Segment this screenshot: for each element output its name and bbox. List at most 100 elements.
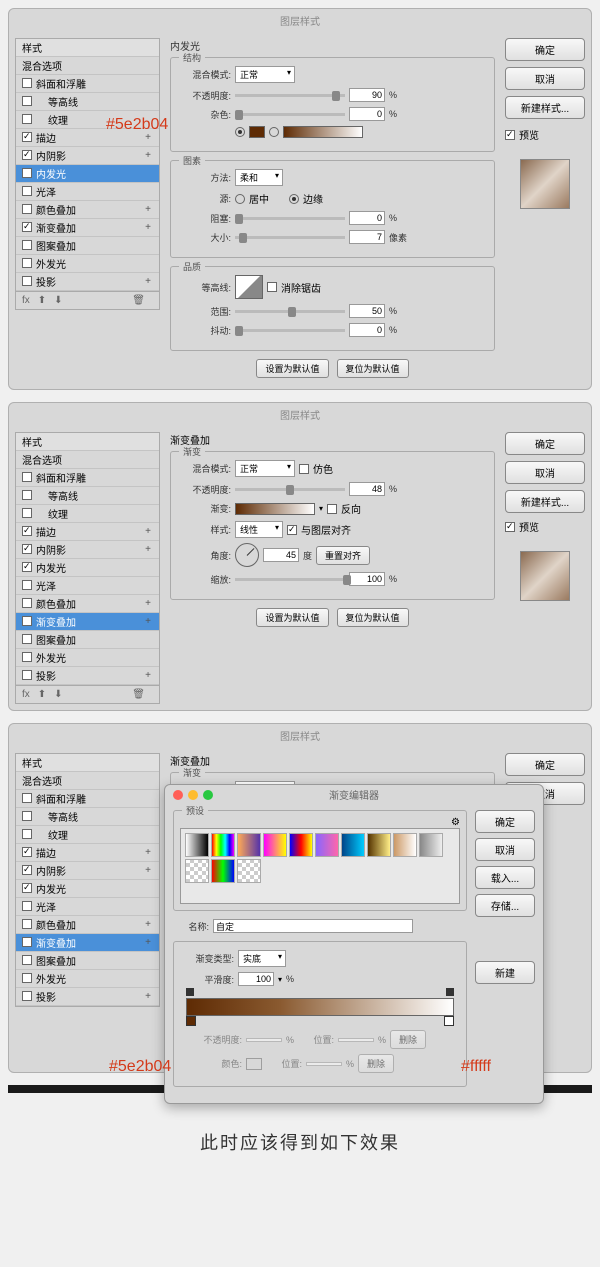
gear-icon[interactable]: ⚙ [180,817,460,828]
noise-slider[interactable] [235,113,345,116]
color-stop-right[interactable] [444,1016,454,1026]
cancel-button[interactable]: 取消 [475,838,535,861]
opacity-input[interactable]: 90 [349,88,385,102]
style-row[interactable]: 外发光 [16,255,159,273]
up-icon[interactable]: ⬆ [38,295,46,306]
dither-checkbox[interactable] [299,464,309,474]
technique-select[interactable]: 柔和 [235,169,283,186]
gradient-radio[interactable] [269,127,279,137]
choke-input[interactable]: 0 [349,211,385,225]
style-select[interactable]: 线性 [235,521,283,538]
reset-align-button[interactable]: 重置对齐 [316,546,370,565]
style-row[interactable]: 光泽 [16,183,159,201]
style-row[interactable]: 描边+ [16,523,159,541]
blend-mode-select[interactable]: 正常 [235,66,295,83]
jitter-slider[interactable] [235,329,345,332]
blending-options-row[interactable]: 混合选项 [16,451,159,469]
trash-icon[interactable]: 🗑 [132,295,145,306]
cancel-button[interactable]: 取消 [505,461,585,484]
ok-button[interactable]: 确定 [505,753,585,776]
opacity-stop[interactable] [186,988,194,996]
style-row[interactable]: 等高线 [16,487,159,505]
gradient-picker[interactable] [235,503,315,515]
ok-button[interactable]: 确定 [505,432,585,455]
style-row[interactable]: 投影+ [16,273,159,291]
cancel-button[interactable]: 取消 [505,67,585,90]
name-input[interactable] [213,919,413,933]
style-row[interactable]: 斜面和浮雕 [16,790,159,808]
style-row[interactable]: 等高线 [16,808,159,826]
opacity-stop[interactable] [446,988,454,996]
plus-icon[interactable]: + [141,150,155,161]
plus-icon[interactable]: + [141,276,155,287]
trash-icon[interactable]: 🗑 [132,689,145,700]
scale-slider[interactable] [235,578,345,581]
range-slider[interactable] [235,310,345,313]
plus-icon[interactable]: + [141,204,155,215]
opacity-slider[interactable] [235,488,345,491]
style-row[interactable]: 渐变叠加+ [16,219,159,237]
preview-checkbox[interactable] [505,130,515,140]
new-style-button[interactable]: 新建样式... [505,490,585,513]
style-row-selected[interactable]: 渐变叠加+ [16,934,159,952]
style-row-selected[interactable]: 内发光 [16,165,159,183]
new-style-button[interactable]: 新建样式... [505,96,585,119]
angle-dial[interactable] [235,543,259,567]
preview-checkbox[interactable] [505,522,515,532]
reset-default-button[interactable]: 复位为默认值 [337,359,409,378]
choke-slider[interactable] [235,217,345,220]
load-button[interactable]: 载入... [475,866,535,889]
color-stop-left[interactable] [186,1016,196,1026]
range-input[interactable]: 50 [349,304,385,318]
style-row[interactable]: 纹理 [16,826,159,844]
style-row[interactable]: 颜色叠加+ [16,595,159,613]
style-row[interactable]: 光泽 [16,577,159,595]
source-center-radio[interactable] [235,194,245,204]
up-icon[interactable]: ⬆ [38,689,46,700]
style-row[interactable]: 图案叠加 [16,237,159,255]
smooth-input[interactable]: 100 [238,972,274,986]
style-row[interactable]: 内阴影+ [16,541,159,559]
style-row[interactable]: 斜面和浮雕 [16,469,159,487]
style-row[interactable]: 内发光 [16,559,159,577]
angle-input[interactable]: 45 [263,548,299,562]
source-edge-radio[interactable] [289,194,299,204]
size-input[interactable]: 7 [349,230,385,244]
color-radio[interactable] [235,127,245,137]
blend-mode-select[interactable]: 正常 [235,460,295,477]
style-row[interactable]: 外发光 [16,970,159,988]
align-checkbox[interactable] [287,525,297,535]
reset-default-button[interactable]: 复位为默认值 [337,608,409,627]
opacity-input[interactable]: 48 [349,482,385,496]
style-row[interactable]: 光泽 [16,898,159,916]
style-row[interactable]: 内发光 [16,880,159,898]
new-button[interactable]: 新建 [475,961,535,984]
style-row[interactable]: 描边+ [16,844,159,862]
style-row[interactable]: 内阴影+ [16,147,159,165]
style-row-selected[interactable]: 渐变叠加+ [16,613,159,631]
scale-input[interactable]: 100 [349,572,385,586]
style-row[interactable]: 斜面和浮雕 [16,75,159,93]
save-button[interactable]: 存储... [475,894,535,917]
style-row[interactable]: 图案叠加 [16,952,159,970]
opacity-slider[interactable] [235,94,345,97]
style-row[interactable]: 内阴影+ [16,862,159,880]
type-select[interactable]: 实底 [238,950,286,967]
gradient-bar[interactable] [186,998,454,1016]
preset-grid[interactable] [180,828,460,904]
style-row[interactable]: 颜色叠加+ [16,916,159,934]
style-row[interactable]: 投影+ [16,667,159,685]
style-row[interactable]: 纹理 [16,505,159,523]
style-row[interactable]: 颜色叠加+ [16,201,159,219]
style-row[interactable]: 投影+ [16,988,159,1006]
style-row[interactable]: 外发光 [16,649,159,667]
ok-button[interactable]: 确定 [505,38,585,61]
style-row[interactable]: 等高线 [16,93,159,111]
reverse-checkbox[interactable] [327,504,337,514]
ok-button[interactable]: 确定 [475,810,535,833]
antialias-checkbox[interactable] [267,282,277,292]
down-icon[interactable]: ⬇ [54,689,62,700]
gradient-swatch[interactable] [283,126,363,138]
blending-options-row[interactable]: 混合选项 [16,772,159,790]
down-icon[interactable]: ⬇ [54,295,62,306]
